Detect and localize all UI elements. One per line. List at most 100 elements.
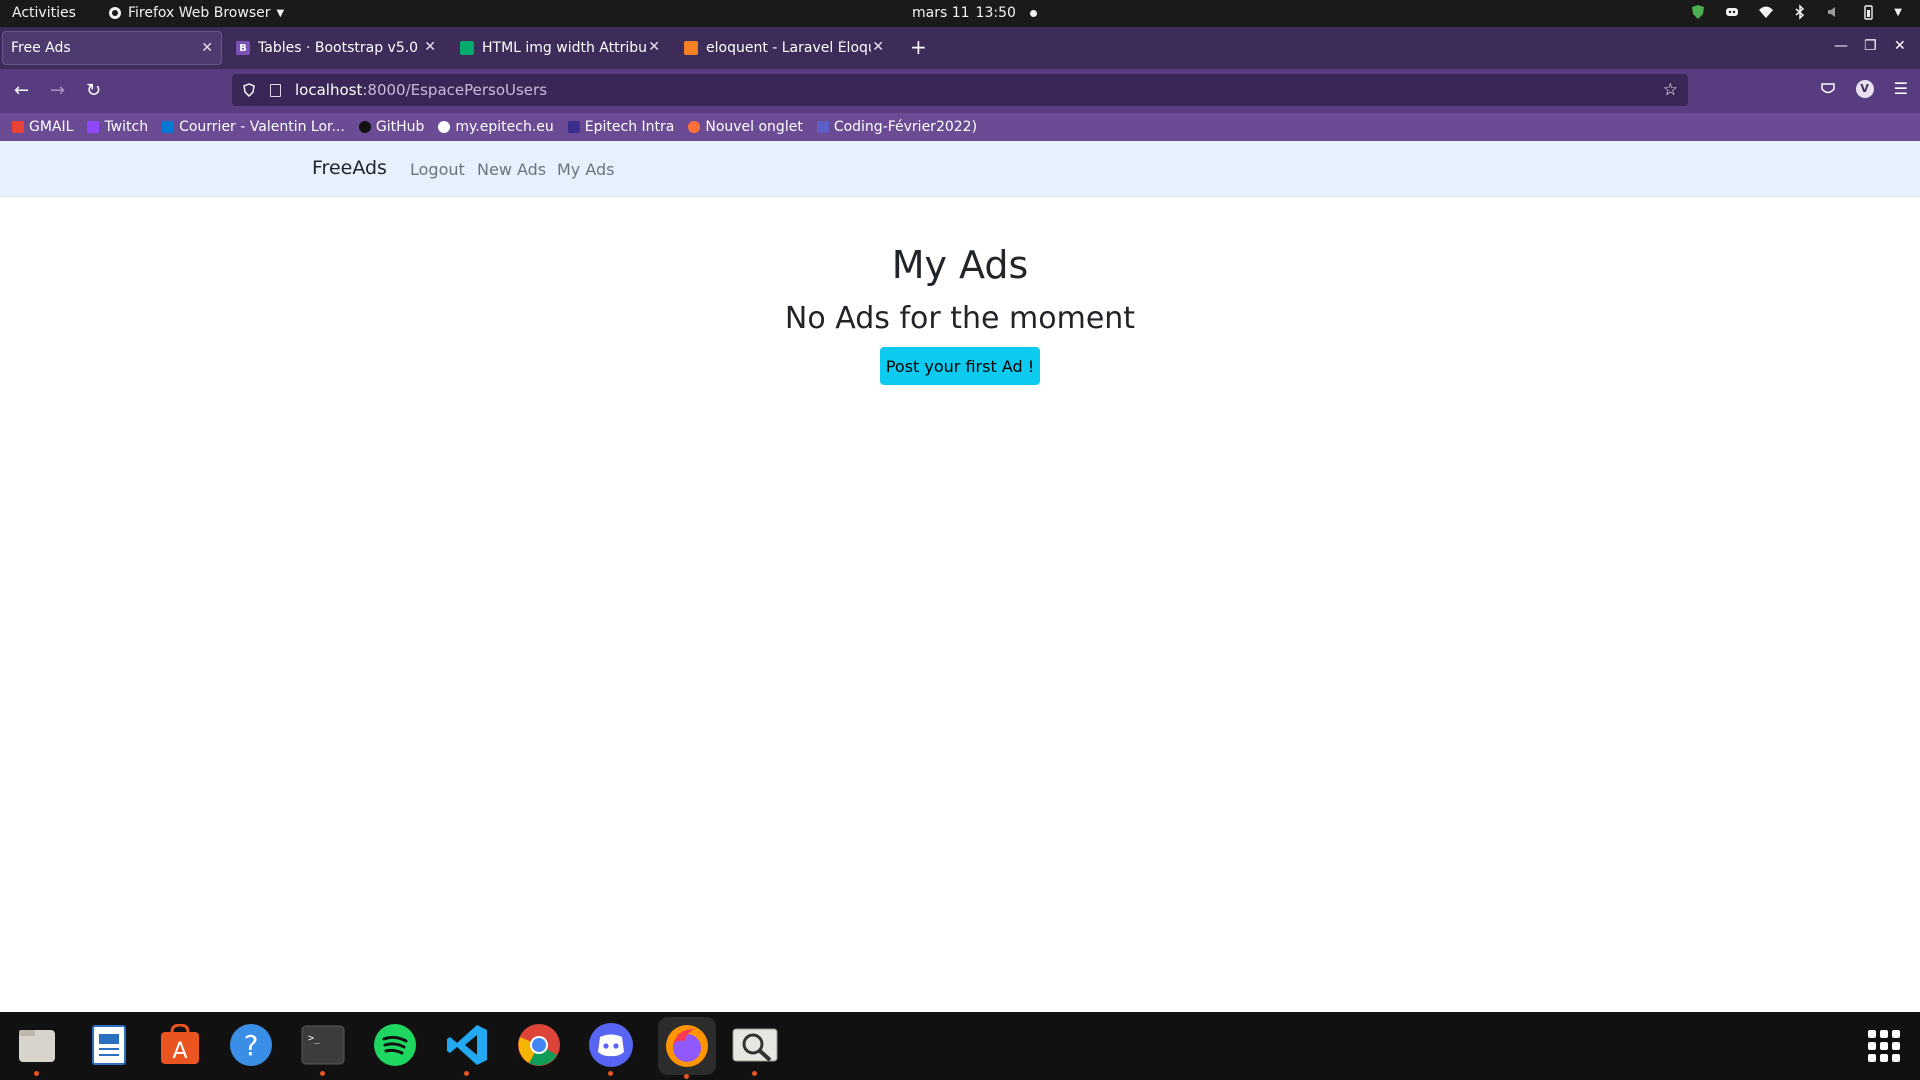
clock[interactable]: mars 11 13:50: [912, 5, 1037, 21]
tab-html-img-width[interactable]: HTML img width Attribut ✕: [452, 31, 668, 65]
discord-icon[interactable]: [586, 1020, 636, 1076]
svg-text:?: ?: [244, 1029, 259, 1062]
navigation-toolbar: ← → ↻ localhost:8000/EspacePersoUsers ☆ …: [0, 69, 1920, 113]
bookmark-label: Courrier - Valentin Lor...: [179, 119, 345, 135]
vscode-icon[interactable]: [442, 1020, 492, 1076]
bookmark-label: GMAIL: [29, 119, 74, 135]
page-info-icon[interactable]: [270, 83, 281, 97]
globe-icon: [438, 121, 451, 133]
bookmark-twitch[interactable]: Twitch: [87, 119, 148, 135]
url-path: :8000/EspacePersoUsers: [362, 81, 548, 99]
close-tab-icon[interactable]: ✕: [201, 40, 213, 56]
files-icon[interactable]: [12, 1020, 62, 1076]
running-indicator: [752, 1071, 757, 1076]
tab-bootstrap-tables[interactable]: B Tables · Bootstrap v5.0 ✕: [228, 31, 444, 65]
time-text: 13:50: [975, 5, 1016, 21]
bookmark-label: GitHub: [375, 119, 425, 135]
show-applications-grid-icon[interactable]: [1868, 1030, 1900, 1062]
bookmark-label: Nouvel onglet: [705, 119, 803, 135]
wifi-icon: [1759, 6, 1774, 18]
help-icon[interactable]: ?: [226, 1020, 276, 1070]
software-center-icon[interactable]: A: [155, 1020, 205, 1070]
toolbar-right-buttons: V ☰: [1820, 79, 1908, 98]
bookmark-star-icon[interactable]: ☆: [1663, 80, 1678, 100]
pocket-icon[interactable]: [1820, 81, 1836, 97]
nav-link-logout[interactable]: Logout: [410, 160, 465, 179]
page-viewport: FreeAds Logout New Ads My Ads My Ads No …: [0, 141, 1920, 1012]
nav-link-new-ads[interactable]: New Ads: [477, 160, 546, 179]
forward-arrow-icon[interactable]: →: [50, 80, 65, 101]
stackoverflow-icon: [684, 41, 698, 55]
svg-text:>_: >_: [308, 1033, 321, 1044]
bookmarks-toolbar: GMAIL Twitch Courrier - Valentin Lor... …: [0, 113, 1920, 141]
terminal-icon[interactable]: >_: [298, 1020, 348, 1076]
running-indicator: [684, 1074, 689, 1079]
firefox-icon[interactable]: [658, 1017, 716, 1079]
shield-icon: [1692, 5, 1705, 19]
url-host: localhost: [295, 81, 363, 99]
tab-bar: Free Ads ✕ B Tables · Bootstrap v5.0 ✕ H…: [0, 27, 1920, 69]
tracking-protection-shield-icon[interactable]: [242, 83, 256, 97]
image-viewer-icon[interactable]: [730, 1020, 780, 1076]
date-text: mars 11: [912, 5, 970, 21]
notification-dot-icon: [1029, 9, 1037, 17]
chevron-down-icon: ▼: [276, 7, 285, 19]
close-tab-icon[interactable]: ✕: [872, 39, 884, 55]
tab-title: Free Ads: [11, 40, 71, 56]
chrome-icon[interactable]: [514, 1020, 564, 1070]
discord-tray-icon: [1726, 8, 1739, 16]
firefox-small-icon: [109, 7, 121, 19]
tab-laravel-eloquent[interactable]: eloquent - Laravel Éloque ✕: [676, 31, 892, 65]
tab-title: Tables · Bootstrap v5.0: [258, 40, 419, 56]
hamburger-menu-icon[interactable]: ☰: [1894, 79, 1908, 98]
tab-title: HTML img width Attribut: [482, 40, 647, 56]
system-top-bar: Activities Firefox Web Browser ▼ mars 11…: [0, 0, 1920, 27]
bookmark-gmail[interactable]: GMAIL: [12, 119, 73, 135]
restore-icon[interactable]: ❐: [1864, 38, 1877, 54]
bluetooth-icon: [1795, 4, 1805, 20]
app-name: Firefox Web Browser: [128, 5, 271, 21]
firefox-icon: [688, 121, 701, 133]
bookmark-label: Coding-Février2022): [833, 119, 978, 135]
minimize-icon[interactable]: —: [1834, 38, 1848, 54]
close-tab-icon[interactable]: ✕: [424, 39, 436, 55]
tab-free-ads[interactable]: Free Ads ✕: [2, 31, 222, 65]
spotify-icon[interactable]: [370, 1020, 420, 1070]
post-first-ad-button[interactable]: Post your first Ad !: [880, 347, 1040, 385]
tab-title: eloquent - Laravel Éloque: [706, 40, 871, 56]
empty-state-message: No Ads for the moment: [784, 301, 1136, 336]
battery-icon: [1864, 5, 1873, 20]
gmail-icon: [12, 121, 24, 133]
bookmark-label: Twitch: [104, 119, 149, 135]
site-navbar: FreeAds Logout New Ads My Ads: [0, 141, 1920, 197]
close-window-icon[interactable]: ✕: [1894, 38, 1906, 54]
close-tab-icon[interactable]: ✕: [648, 39, 660, 55]
app-menu[interactable]: Firefox Web Browser ▼: [108, 5, 284, 21]
running-indicator: [464, 1071, 469, 1076]
running-indicator: [34, 1071, 39, 1076]
running-indicator: [320, 1071, 325, 1076]
bookmark-epitech-intra[interactable]: Epitech Intra: [567, 119, 674, 135]
system-tray[interactable]: ▼: [1690, 4, 1902, 20]
bookmark-coding[interactable]: Coding-Février2022): [816, 119, 978, 135]
activities-button[interactable]: Activities: [12, 5, 76, 21]
bookmark-new-tab[interactable]: Nouvel onglet: [688, 119, 803, 135]
account-avatar[interactable]: V: [1855, 79, 1874, 98]
back-arrow-icon[interactable]: ←: [14, 80, 29, 101]
bookmark-my-epitech[interactable]: my.epitech.eu: [438, 119, 554, 135]
twitch-icon: [87, 121, 100, 133]
new-tab-icon[interactable]: +: [910, 35, 927, 59]
bookmark-label: my.epitech.eu: [455, 119, 554, 135]
bootstrap-icon: B: [236, 41, 250, 55]
chevron-down-icon: ▼: [1894, 6, 1902, 18]
nav-link-my-ads[interactable]: My Ads: [557, 160, 615, 179]
running-indicator: [608, 1071, 613, 1076]
dock: A ? >_: [0, 1012, 1920, 1080]
bookmark-github[interactable]: GitHub: [358, 119, 425, 135]
bookmark-outlook[interactable]: Courrier - Valentin Lor...: [162, 119, 345, 135]
site-brand[interactable]: FreeAds: [312, 157, 387, 179]
text-editor-icon[interactable]: [84, 1020, 134, 1070]
reload-icon[interactable]: ↻: [86, 80, 101, 101]
epitech-icon: [567, 121, 580, 133]
address-bar[interactable]: localhost:8000/EspacePersoUsers ☆: [232, 74, 1688, 106]
